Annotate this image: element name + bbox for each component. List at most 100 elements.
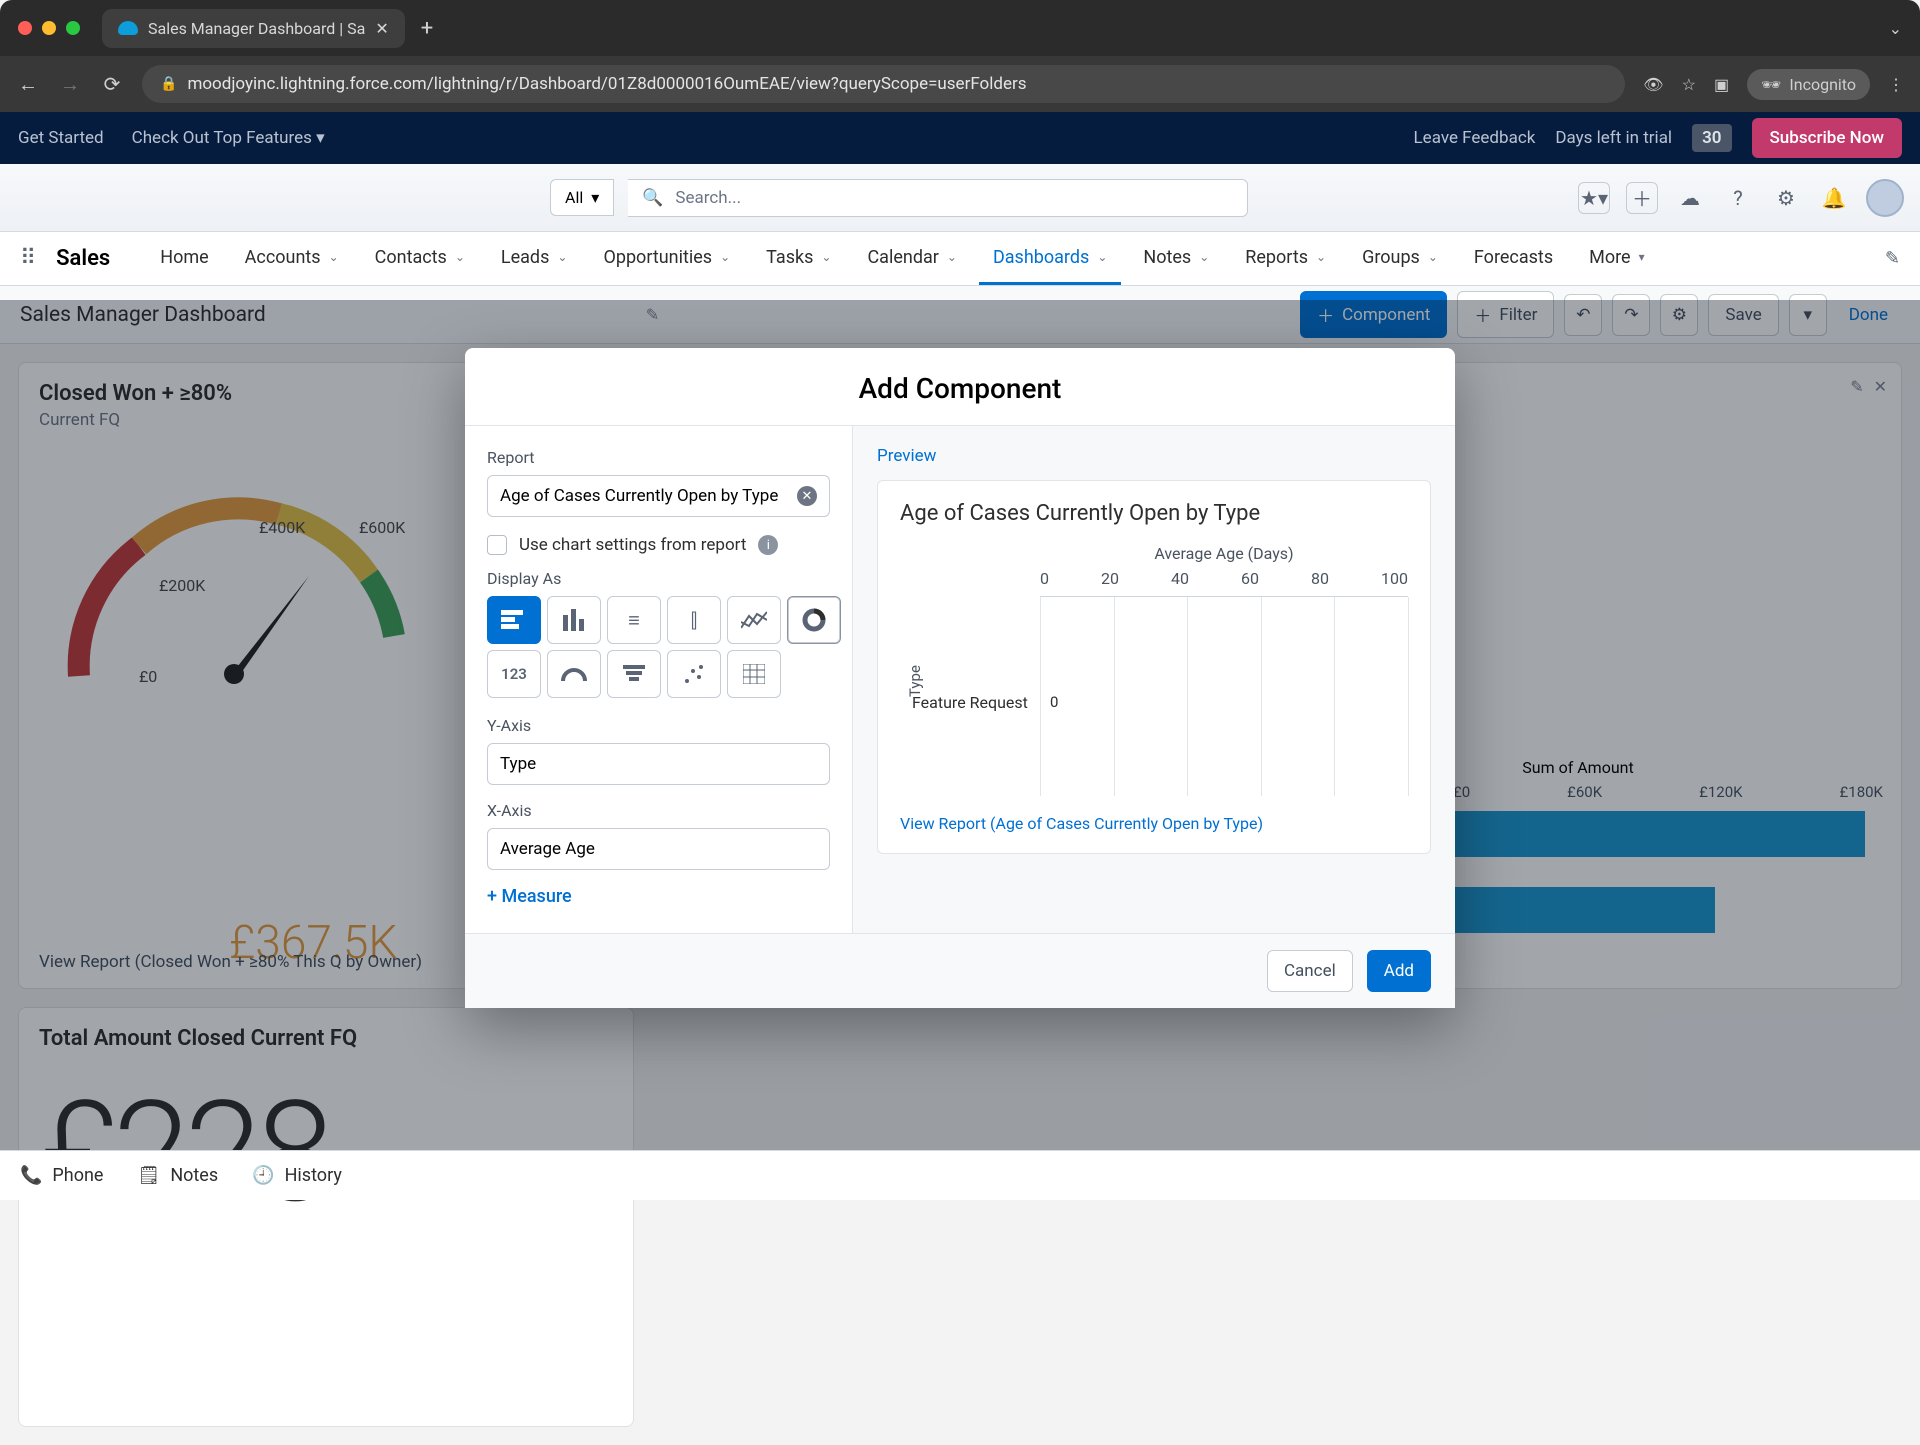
nav-dashboards[interactable]: Dashboards⌄ (979, 233, 1121, 285)
x-axis-label: X-Axis (487, 801, 830, 820)
info-icon[interactable]: i (758, 535, 778, 555)
modal-config-panel: Report Age of Cases Currently Open by Ty… (465, 426, 853, 933)
chevron-down-icon: ⌄ (329, 250, 339, 264)
back-icon[interactable]: ← (16, 72, 40, 97)
metric-option[interactable]: 123 (487, 650, 541, 698)
salesforce-cloud-icon (118, 21, 138, 35)
nav-edit-icon[interactable]: ✎ (1885, 248, 1900, 269)
nav-accounts[interactable]: Accounts⌄ (231, 233, 353, 285)
maximize-window-icon[interactable] (66, 21, 80, 35)
utility-bar: 📞Phone 🗒Notes 🕘History (0, 1150, 1920, 1200)
tab-overflow-icon[interactable]: ⌄ (1889, 19, 1902, 38)
add-measure-button[interactable]: + Measure (487, 886, 830, 907)
report-picker[interactable]: Age of Cases Currently Open by Type ✕ (487, 475, 830, 517)
clear-report-icon[interactable]: ✕ (797, 486, 817, 506)
close-tab-icon[interactable]: ✕ (375, 19, 388, 38)
utility-history[interactable]: 🕘History (252, 1165, 342, 1186)
url-field[interactable]: 🔒 moodjoyinc.lightning.force.com/lightni… (142, 65, 1625, 103)
chevron-down-icon: ⌄ (821, 250, 831, 264)
use-chart-settings-checkbox[interactable] (487, 535, 507, 555)
global-search-input[interactable]: 🔍 Search... (628, 179, 1248, 217)
utility-phone[interactable]: 📞Phone (20, 1165, 103, 1186)
phone-icon: 📞 (20, 1165, 42, 1186)
close-modal-icon[interactable]: ✕ (1429, 344, 1458, 384)
new-tab-button[interactable]: + (421, 16, 433, 41)
user-avatar[interactable] (1866, 179, 1904, 217)
app-name: Sales (56, 246, 110, 271)
leave-feedback-link[interactable]: Leave Feedback (1414, 128, 1536, 148)
nav-calendar[interactable]: Calendar⌄ (853, 233, 970, 285)
line-chart-option[interactable] (727, 596, 781, 644)
nav-forecasts[interactable]: Forecasts (1460, 233, 1567, 285)
nav-tasks[interactable]: Tasks⌄ (752, 233, 845, 285)
utility-notes[interactable]: 🗒Notes (137, 1165, 218, 1186)
incognito-badge[interactable]: 🕶 Incognito (1747, 69, 1870, 100)
stacked-vbar-option[interactable]: ⫿ (667, 596, 721, 644)
nav-contacts[interactable]: Contacts⌄ (361, 233, 479, 285)
chevron-down-icon: ⌄ (557, 250, 567, 264)
use-chart-settings-label: Use chart settings from report (519, 535, 746, 555)
nav-leads[interactable]: Leads⌄ (487, 233, 582, 285)
preview-card: Age of Cases Currently Open by Type Aver… (877, 480, 1431, 854)
preview-x-axis-title: Average Age (Days) (900, 544, 1408, 563)
tab-title: Sales Manager Dashboard | Sa (148, 19, 365, 38)
preview-chart-area: Type Feature Request 0 (1040, 596, 1408, 796)
search-icon: 🔍 (642, 188, 663, 208)
chevron-down-icon: ⌄ (720, 250, 730, 264)
trailhead-icon[interactable]: ☁ (1674, 182, 1706, 214)
reload-icon[interactable]: ⟳ (100, 72, 124, 96)
url-text: moodjoyinc.lightning.force.com/lightning… (187, 74, 1026, 94)
report-value: Age of Cases Currently Open by Type (500, 486, 778, 506)
notifications-icon[interactable]: 🔔 (1818, 182, 1850, 214)
nav-opportunities[interactable]: Opportunities⌄ (589, 233, 744, 285)
vbar-chart-option[interactable] (547, 596, 601, 644)
nav-reports[interactable]: Reports⌄ (1231, 233, 1340, 285)
cancel-button[interactable]: Cancel (1267, 950, 1353, 992)
nav-home[interactable]: Home (146, 233, 222, 285)
forward-icon[interactable]: → (58, 72, 82, 97)
global-header: All ▾ 🔍 Search... ★▾ ＋ ☁ ? ⚙ 🔔 (0, 164, 1920, 232)
app-navigation: ⠿ Sales Home Accounts⌄ Contacts⌄ Leads⌄ … (0, 232, 1920, 286)
get-started-link[interactable]: Get Started (18, 128, 104, 148)
help-icon[interactable]: ? (1722, 182, 1754, 214)
search-scope-picker[interactable]: All ▾ (550, 179, 614, 216)
subscribe-now-button[interactable]: Subscribe Now (1752, 118, 1902, 158)
x-axis-select[interactable]: Average Age (487, 828, 830, 870)
browser-menu-icon[interactable]: ⋮ (1888, 75, 1904, 94)
donut-chart-option[interactable] (787, 596, 841, 644)
star-icon[interactable]: ☆ (1682, 75, 1696, 94)
chevron-down-icon: ⌄ (1199, 250, 1209, 264)
close-window-icon[interactable] (18, 21, 32, 35)
nav-notes[interactable]: Notes⌄ (1129, 233, 1223, 285)
report-field-label: Report (487, 448, 830, 467)
y-axis-select[interactable]: Type (487, 743, 830, 785)
chevron-down-icon: ⌄ (947, 250, 957, 264)
panel-icon[interactable]: ▣ (1714, 75, 1729, 94)
add-button[interactable]: Add (1367, 950, 1431, 992)
setup-gear-icon[interactable]: ⚙ (1770, 182, 1802, 214)
browser-tab-strip: Sales Manager Dashboard | Sa ✕ + ⌄ (0, 0, 1920, 56)
favorites-icon[interactable]: ★▾ (1578, 182, 1610, 214)
add-icon[interactable]: ＋ (1626, 182, 1658, 214)
app-launcher-icon[interactable]: ⠿ (20, 246, 36, 271)
preview-label: Preview (877, 446, 1431, 466)
funnel-option[interactable] (607, 650, 661, 698)
preview-category: Feature Request (912, 693, 1028, 712)
stacked-hbar-option[interactable]: ≡ (607, 596, 661, 644)
eye-off-icon[interactable]: 👁 (1643, 75, 1663, 94)
display-as-label: Display As (487, 569, 830, 588)
notes-icon: 🗒 (137, 1165, 160, 1186)
top-features-link[interactable]: Check Out Top Features ▾ (132, 128, 325, 148)
nav-groups[interactable]: Groups⌄ (1348, 233, 1452, 285)
minimize-window-icon[interactable] (42, 21, 56, 35)
preview-view-report-link[interactable]: View Report (Age of Cases Currently Open… (900, 814, 1408, 833)
hbar-chart-option[interactable] (487, 596, 541, 644)
nav-more[interactable]: More▾ (1575, 233, 1659, 285)
chevron-down-icon: ⌄ (455, 250, 465, 264)
gauge-option[interactable] (547, 650, 601, 698)
table-option[interactable] (727, 650, 781, 698)
chevron-down-icon: ▾ (591, 188, 599, 207)
browser-tab[interactable]: Sales Manager Dashboard | Sa ✕ (102, 9, 405, 48)
days-left-badge: 30 (1692, 124, 1731, 152)
scatter-option[interactable] (667, 650, 721, 698)
